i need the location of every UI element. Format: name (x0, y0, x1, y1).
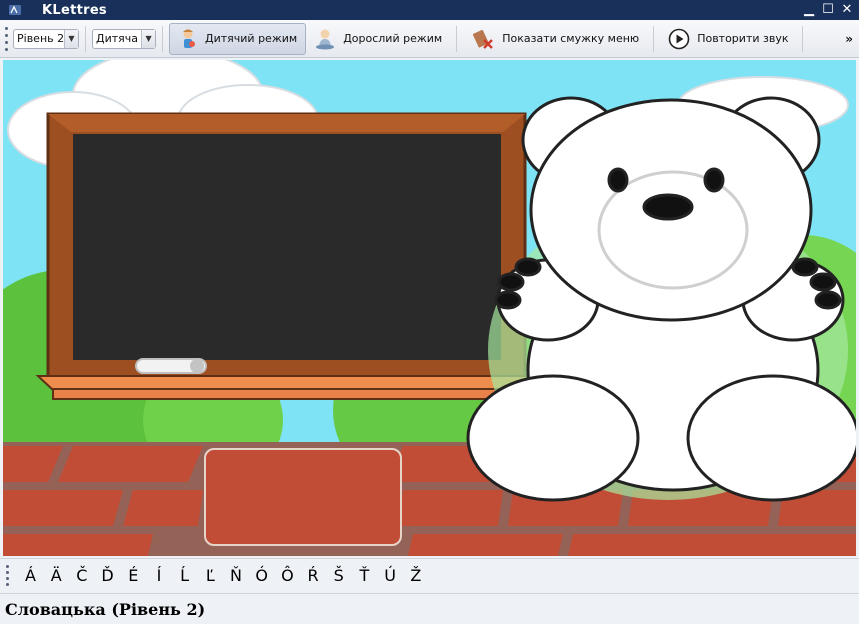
toolbar-separator (456, 25, 458, 52)
letter-buttons: Á Ä Č Ď É Í Ĺ Ľ Ň Ó Ô Ŕ Š Ť Ú Ž (18, 563, 429, 589)
repeat-sound-button[interactable]: Повторити звук (660, 23, 796, 55)
app-icon (9, 5, 21, 15)
special-letters-toolbar: Á Ä Č Ď É Í Ĺ Ľ Ň Ó Ô Ŕ Š Ť Ú Ž (0, 558, 859, 592)
letter-button[interactable]: Ŕ (301, 563, 326, 589)
chevron-down-icon[interactable]: ▼ (64, 29, 78, 48)
blackboard (35, 112, 530, 400)
letter-button[interactable]: Ó (249, 563, 274, 589)
letter-button[interactable]: Ä (44, 563, 69, 589)
grownup-mode-label: Дорослий режим (343, 32, 443, 45)
toolbar-separator (85, 25, 86, 52)
language-combo-value: Дитяча (96, 32, 139, 45)
kid-mode-button[interactable]: Дитячий режим (169, 22, 307, 55)
play-icon (668, 28, 690, 49)
letter-button[interactable]: Ž (403, 563, 428, 589)
language-combo[interactable]: Дитяча ▼ (92, 28, 157, 49)
menubar-icon (473, 29, 494, 49)
letter-button[interactable]: Ť (352, 563, 377, 589)
level-combo-value: Рівень 2 (17, 32, 64, 45)
letter-button[interactable]: É (121, 563, 146, 589)
letterbar-drag-handle[interactable] (4, 564, 10, 587)
letter-button[interactable]: Ľ (198, 563, 223, 589)
letter-button[interactable]: Í (146, 563, 171, 589)
main-toolbar: Рівень 2 ▼ Дитяча ▼ Дитячий режим Доросл… (0, 20, 859, 58)
letter-button[interactable]: Ď (95, 563, 120, 589)
toolbar-separator (653, 25, 655, 52)
show-menubar-button[interactable]: Показати смужку меню (463, 23, 647, 55)
level-combo[interactable]: Рівень 2 ▼ (13, 28, 79, 49)
letter-button[interactable]: Ô (275, 563, 300, 589)
minimize-button[interactable]: ▁ (801, 2, 817, 18)
title-bar[interactable]: KLettres ▁ ☐ ✕ (0, 0, 859, 20)
grownup-mode-button[interactable]: Дорослий режим (306, 23, 450, 55)
letter-button[interactable]: Ú (378, 563, 403, 589)
toolbar-drag-handle[interactable] (3, 26, 9, 51)
letter-button[interactable]: Ň (224, 563, 249, 589)
letter-button[interactable]: Š (326, 563, 351, 589)
letter-button[interactable]: Ĺ (172, 563, 197, 589)
status-text: Словацька (Рівень 2) (5, 599, 206, 619)
kid-mode-label: Дитячий режим (205, 32, 298, 45)
grownup-mode-icon (316, 29, 335, 49)
repeat-sound-label: Повторити звук (697, 32, 789, 45)
chevron-down-icon[interactable]: ▼ (141, 29, 156, 48)
toolbar-separator (162, 25, 164, 52)
status-bar: Словацька (Рівень 2) (0, 593, 859, 624)
game-scene (3, 60, 856, 556)
answer-box[interactable] (204, 448, 402, 546)
scene-illustration (3, 60, 856, 556)
letter-button[interactable]: Č (69, 563, 94, 589)
letter-button[interactable]: Á (18, 563, 43, 589)
teddy-bear (466, 96, 856, 502)
window-title: KLettres (42, 2, 107, 18)
show-menubar-label: Показати смужку меню (502, 32, 640, 45)
maximize-button[interactable]: ☐ (820, 2, 836, 18)
close-button[interactable]: ✕ (839, 2, 855, 18)
kid-mode-icon (183, 29, 196, 48)
toolbar-separator (802, 25, 804, 52)
klettres-window: KLettres ▁ ☐ ✕ Рівень 2 ▼ Дитяча ▼ Дитяч… (0, 0, 859, 624)
toolbar-overflow-button[interactable]: » (845, 32, 853, 46)
